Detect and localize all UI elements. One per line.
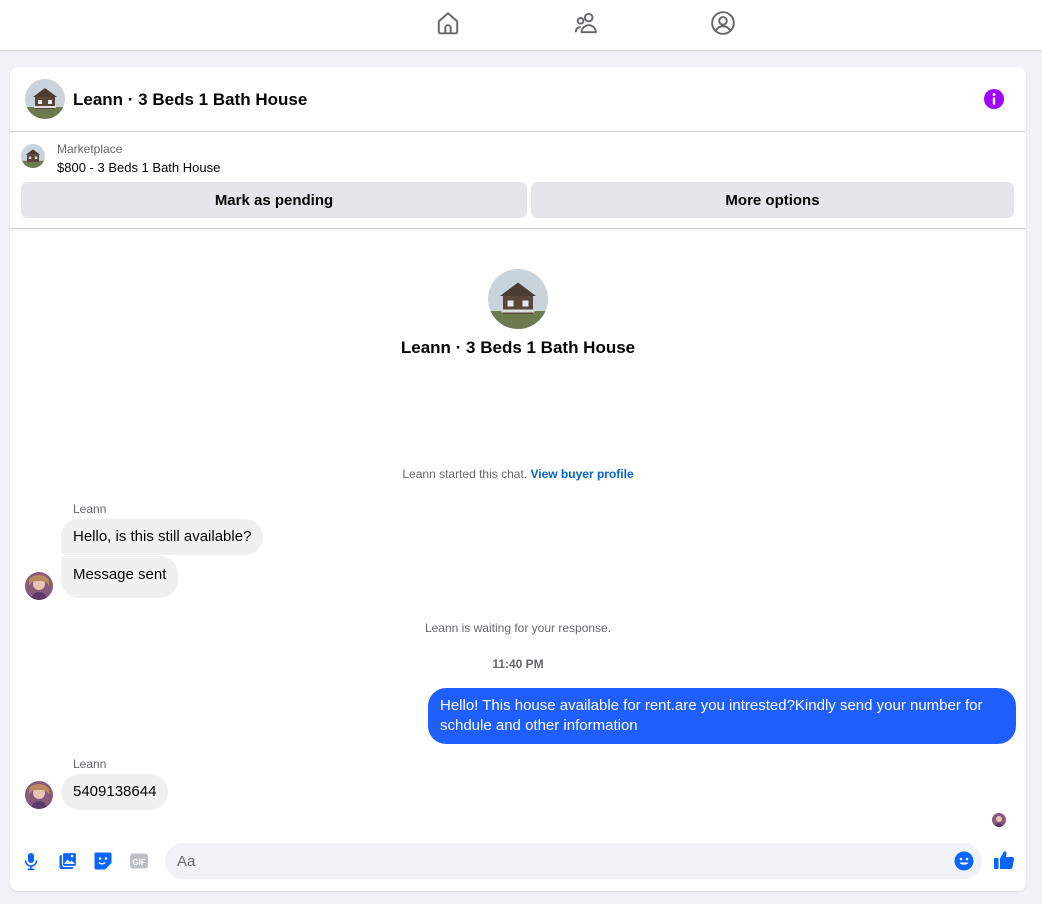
profile-circle-icon[interactable] [710,10,736,36]
mark-as-pending-button[interactable]: Mark as pending [21,182,527,218]
message-bubble-incoming[interactable]: Message sent [61,556,179,598]
message-input[interactable] [165,843,982,879]
view-buyer-profile-link[interactable]: View buyer profile [530,467,633,481]
emoji-icon[interactable] [954,851,974,871]
listing-avatar[interactable] [25,79,65,119]
conversation-title: Leann · 3 Beds 1 Bath House [400,338,636,357]
message-bubble-incoming[interactable]: 5409138644 [61,774,169,810]
sender-name: Leann [73,757,107,771]
listing-thumbnail[interactable] [21,144,45,168]
sender-name: Leann [73,502,107,516]
info-icon[interactable] [983,88,1005,110]
waiting-notice: Leann is waiting for your response. [424,621,612,635]
svg-text:GIF: GIF [132,858,145,867]
top-navigation [0,0,1042,50]
message-composer: GIF [10,837,1026,891]
seen-indicator-avatar [992,813,1006,827]
leann-avatar[interactable] [25,572,53,600]
listing-title[interactable]: $800 - 3 Beds 1 Bath House [57,160,220,176]
chat-started-text: Leann started this chat. [402,467,528,481]
marketplace-bar: Marketplace $800 - 3 Beds 1 Bath House M… [10,132,1026,229]
sticker-icon[interactable] [93,851,113,871]
photo-icon[interactable] [58,851,78,871]
message-bubble-outgoing[interactable]: Hello! This house available for rent.are… [428,688,1016,744]
leann-avatar[interactable] [25,781,53,809]
microphone-icon[interactable] [21,851,41,871]
thumbs-up-icon[interactable] [993,849,1015,871]
gif-icon[interactable]: GIF [129,851,149,871]
message-timestamp: 11:40 PM [492,657,544,671]
message-bubble-incoming[interactable]: Hello, is this still available? [61,519,264,555]
chat-panel: Leann · 3 Beds 1 Bath House Marketplace … [10,67,1026,891]
more-options-button[interactable]: More options [531,182,1014,218]
people-icon[interactable] [573,10,599,36]
home-icon[interactable] [435,10,461,36]
chat-started-notice: Leann started this chat. View buyer prof… [10,467,1026,481]
chat-header: Leann · 3 Beds 1 Bath House [10,67,1026,132]
chat-title[interactable]: Leann · 3 Beds 1 Bath House [73,90,307,110]
conversation-avatar [488,269,548,329]
marketplace-label: Marketplace [57,142,123,156]
